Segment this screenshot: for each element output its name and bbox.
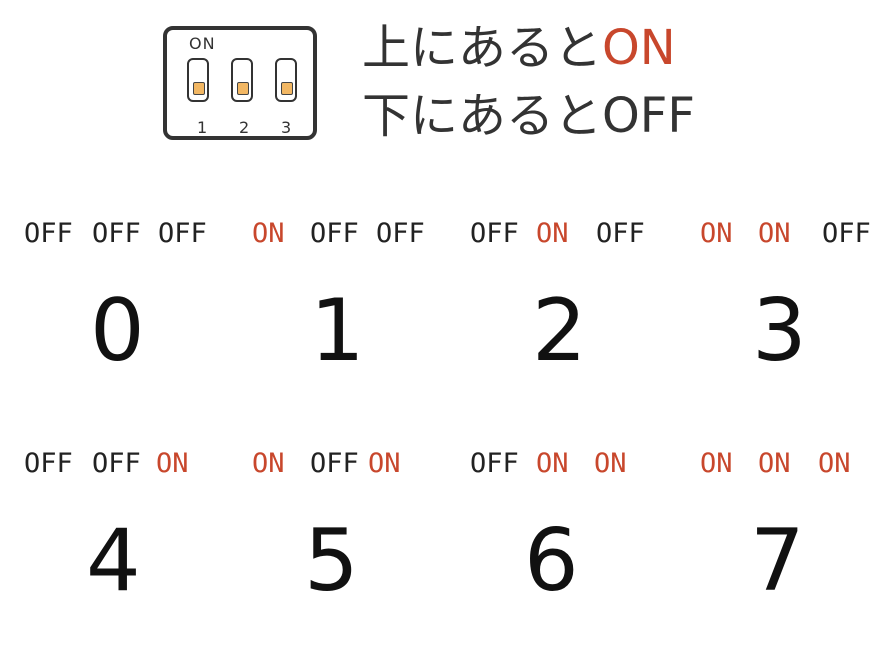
switch-states: OFF OFF OFF [22,216,242,256]
switch-states: ON ON OFF [698,216,880,256]
switch-states: ON ON ON [698,446,880,486]
combination-1: ON OFF OFF 1 [250,216,470,416]
combination-value: 5 [304,511,359,611]
dip-switch-2-number: 2 [239,118,250,137]
switch-3-state: OFF [158,218,207,249]
combination-0: OFF OFF OFF 0 [22,216,242,416]
combination-value: 6 [524,511,579,611]
dip-switch-2-knob [237,82,249,95]
dip-switch-1-knob [193,82,205,95]
switch-2-state: OFF [310,218,359,249]
combination-value: 2 [532,281,587,381]
combination-value: 7 [750,511,805,611]
dip-switch-2 [231,58,253,102]
dip-switch-3-knob [281,82,293,95]
switch-states: ON OFF ON [250,446,470,486]
combination-4: OFF OFF ON 4 [22,446,242,646]
switch-states: OFF ON OFF [468,216,688,256]
switch-1-state: OFF [24,448,73,479]
dip-switch-illustration: ON 1 2 3 [163,26,317,140]
switch-3-state: ON [594,448,627,479]
switch-3-state: OFF [376,218,425,249]
switch-states: OFF OFF ON [22,446,242,486]
legend-line-on: 上にあるとON [362,20,676,76]
legend-off-prefix: 下にあると [362,88,603,144]
dip-switch-1-number: 1 [197,118,208,137]
dip-on-label: ON [189,34,216,53]
combination-2: OFF ON OFF 2 [468,216,688,416]
combination-value: 1 [310,281,365,381]
switch-3-state: ON [156,448,189,479]
switch-1-state: OFF [470,448,519,479]
legend-line-off: 下にあるとOFF [362,88,695,144]
legend-on-state: ON [602,20,676,76]
switch-2-state: ON [758,448,791,479]
dip-switch-1 [187,58,209,102]
combination-value: 4 [86,511,141,611]
switch-2-state: OFF [92,448,141,479]
legend-off-state: OFF [602,88,696,144]
switch-2-state: ON [536,218,569,249]
combination-value: 3 [752,281,807,381]
switch-3-state: ON [818,448,851,479]
switch-1-state: ON [252,448,285,479]
combination-3: ON ON OFF 3 [698,216,880,416]
combination-6: OFF ON ON 6 [468,446,688,646]
dip-switch-3-number: 3 [281,118,292,137]
legend-on-prefix: 上にあると [362,20,603,76]
switch-states: OFF ON ON [468,446,688,486]
switch-2-state: OFF [310,448,359,479]
switch-states: ON OFF OFF [250,216,470,256]
dip-switch-3 [275,58,297,102]
switch-2-state: ON [758,218,791,249]
switch-1-state: ON [700,448,733,479]
switch-3-state: OFF [596,218,645,249]
switch-1-state: OFF [24,218,73,249]
switch-2-state: ON [536,448,569,479]
switch-3-state: ON [368,448,401,479]
combination-7: ON ON ON 7 [698,446,880,646]
switch-1-state: ON [700,218,733,249]
switch-3-state: OFF [822,218,871,249]
switch-1-state: ON [252,218,285,249]
combination-value: 0 [90,281,145,381]
combination-5: ON OFF ON 5 [250,446,470,646]
switch-2-state: OFF [92,218,141,249]
switch-1-state: OFF [470,218,519,249]
